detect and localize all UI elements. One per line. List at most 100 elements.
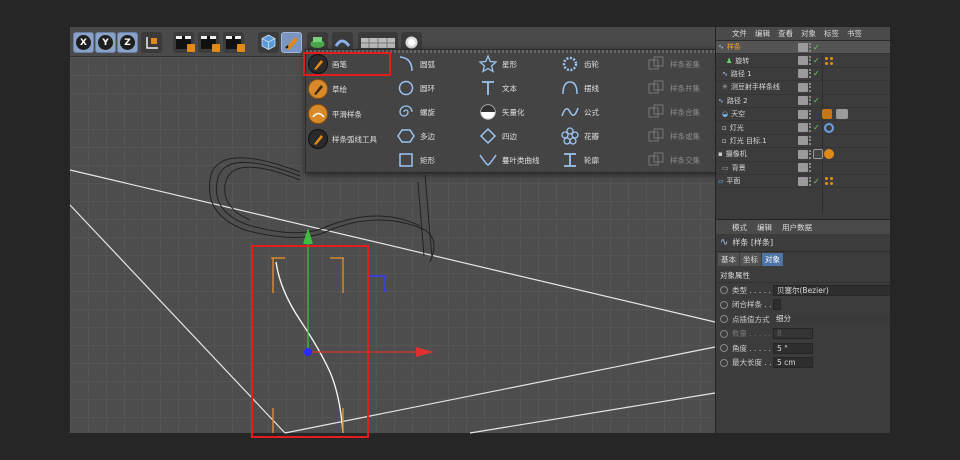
enabled-check-icon[interactable]: ✓	[813, 123, 820, 132]
camera-tag-icon[interactable]	[824, 149, 834, 160]
pen-spline-button[interactable]	[281, 32, 302, 53]
object-row[interactable]: ∿ 路径 2 ✓	[716, 95, 890, 108]
menu-item-vectorizer[interactable]: 矢量化	[478, 101, 564, 123]
cube-button[interactable]	[258, 32, 279, 53]
prop-max-length[interactable]: 最大长度 . .5 cm	[716, 356, 890, 371]
animate-dot-icon[interactable]	[720, 358, 728, 367]
menu-item-flower[interactable]: 花瓣	[560, 125, 646, 147]
menu-item-spline-arc-tool[interactable]: 样条弧线工具	[308, 128, 394, 150]
axis-z-button[interactable]: Z	[117, 32, 138, 53]
menu-edit[interactable]: 编辑	[757, 222, 772, 233]
menu-item-circle[interactable]: 圆环	[396, 77, 482, 99]
visibility-toggle[interactable]	[798, 56, 808, 66]
animate-dot-icon[interactable]	[720, 300, 728, 309]
texture-tag-icon[interactable]	[836, 109, 848, 120]
render-dots[interactable]	[809, 163, 812, 173]
enabled-check-icon[interactable]: ✓	[813, 96, 820, 105]
visibility-toggle[interactable]	[798, 149, 808, 159]
visibility-toggle[interactable]	[798, 176, 808, 186]
render-dots[interactable]	[809, 123, 812, 133]
menu-item-four-sides[interactable]: 四边	[478, 125, 564, 147]
visibility-toggle[interactable]	[798, 163, 808, 173]
menu-mode[interactable]: 模式	[732, 222, 747, 233]
menu-objects[interactable]: 对象	[801, 28, 816, 39]
tab-coord[interactable]: 坐标	[740, 253, 761, 266]
axis-y-button[interactable]: Y	[95, 32, 116, 53]
visibility-toggle[interactable]	[798, 82, 808, 92]
material-tag-icon[interactable]	[824, 176, 834, 187]
menu-item-spline-smooth[interactable]: 平滑样条	[308, 103, 394, 125]
animate-dot-icon[interactable]	[720, 315, 728, 324]
render-view-button[interactable]	[173, 32, 195, 53]
coordinate-system-button[interactable]	[141, 32, 162, 53]
object-row[interactable]: ◒ 天空	[716, 108, 890, 122]
visibility-toggle[interactable]	[798, 109, 808, 119]
object-row[interactable]: ∿ 样条 ✓	[716, 41, 890, 55]
object-row[interactable]: ▫ 灯光 目标.1	[716, 135, 890, 149]
menu-view[interactable]: 查看	[778, 28, 793, 39]
enabled-check-icon[interactable]: ✓	[813, 56, 820, 65]
prop-type[interactable]: 类型 . . . . . 贝塞尔(Bezier)	[716, 283, 890, 298]
prop-close-spline[interactable]: 闭合样条 . .	[716, 298, 890, 313]
menu-item-star[interactable]: 星形	[478, 53, 564, 75]
visibility-toggle[interactable]	[798, 69, 808, 79]
object-row[interactable]: ∿ 路径 1 ✓	[716, 68, 890, 82]
interpolation-dropdown[interactable]: 细分	[773, 313, 890, 325]
object-row[interactable]: ▫ 灯光 ✓	[716, 121, 890, 135]
menu-item-text[interactable]: 文本	[478, 77, 564, 99]
render-dots[interactable]	[809, 96, 812, 106]
animate-dot-icon[interactable]	[720, 344, 728, 353]
max-length-field[interactable]: 5 cm	[773, 357, 813, 369]
menu-edit[interactable]: 编辑	[755, 28, 770, 39]
menu-item-polygon[interactable]: 多边	[396, 125, 482, 147]
render-settings-button[interactable]	[223, 32, 245, 53]
menu-bookmarks[interactable]: 书签	[847, 28, 862, 39]
menu-file[interactable]: 文件	[732, 28, 747, 39]
animate-dot-icon[interactable]	[720, 286, 728, 295]
enabled-check-icon[interactable]: ✓	[813, 177, 820, 186]
object-row[interactable]: ▭ 背景	[716, 162, 890, 175]
render-picture-viewer-button[interactable]	[198, 32, 220, 53]
render-dots[interactable]	[809, 109, 812, 119]
visibility-toggle[interactable]	[798, 42, 808, 52]
target-tag-icon[interactable]	[824, 122, 834, 133]
render-dots[interactable]	[809, 42, 812, 52]
enabled-check-icon[interactable]: ✓	[813, 69, 820, 78]
visibility-toggle[interactable]	[798, 136, 808, 146]
object-row[interactable]: ▪ 摄像机	[716, 148, 890, 162]
menu-item-sketch[interactable]: 草绘	[308, 78, 394, 100]
menu-item-rectangle[interactable]: 矩形	[396, 149, 482, 171]
render-dots[interactable]	[809, 176, 812, 186]
render-dots[interactable]	[809, 69, 812, 79]
material-tag-icon[interactable]	[824, 55, 834, 66]
enabled-check-icon[interactable]: ✓	[813, 43, 820, 52]
prop-angle[interactable]: 角度 . . . . .5 °	[716, 341, 890, 356]
menu-item-cogwheel[interactable]: 齿轮	[560, 53, 646, 75]
object-row[interactable]: ♟ 旋转 ✓	[716, 54, 890, 68]
menu-tags[interactable]: 标签	[824, 28, 839, 39]
menu-item-cissoid[interactable]: 蔓叶类曲线	[478, 149, 564, 171]
menu-item-arc[interactable]: 圆弧	[396, 53, 482, 75]
visibility-toggle[interactable]	[798, 96, 808, 106]
tab-object[interactable]: 对象	[762, 253, 783, 266]
menu-item-profile[interactable]: 轮廓	[560, 149, 646, 171]
axis-x-button[interactable]: X	[73, 32, 94, 53]
menu-user-data[interactable]: 用户数据	[782, 222, 812, 233]
type-dropdown[interactable]: 贝塞尔(Bezier)	[773, 284, 890, 296]
angle-field[interactable]: 5 °	[773, 342, 813, 354]
menu-item-helix[interactable]: 螺旋	[396, 101, 482, 123]
render-dots[interactable]	[809, 82, 812, 92]
menu-item-cycloid[interactable]: 摆线	[560, 77, 646, 99]
render-dots[interactable]	[809, 136, 812, 146]
object-row[interactable]: ✳ 测豆射手样条线	[716, 81, 890, 95]
protection-tag-icon[interactable]	[813, 149, 823, 160]
object-row[interactable]: ▱ 平面 ✓	[716, 175, 890, 189]
render-dots[interactable]	[809, 149, 812, 159]
visibility-toggle[interactable]	[798, 123, 808, 133]
menu-item-formula[interactable]: 公式	[560, 101, 646, 123]
render-dots[interactable]	[809, 56, 812, 66]
prop-interpolation[interactable]: 点插值方式 细分	[716, 312, 890, 327]
compositing-tag-icon[interactable]	[822, 109, 832, 120]
close-spline-checkbox[interactable]	[773, 299, 781, 311]
tab-basic[interactable]: 基本	[718, 253, 739, 266]
